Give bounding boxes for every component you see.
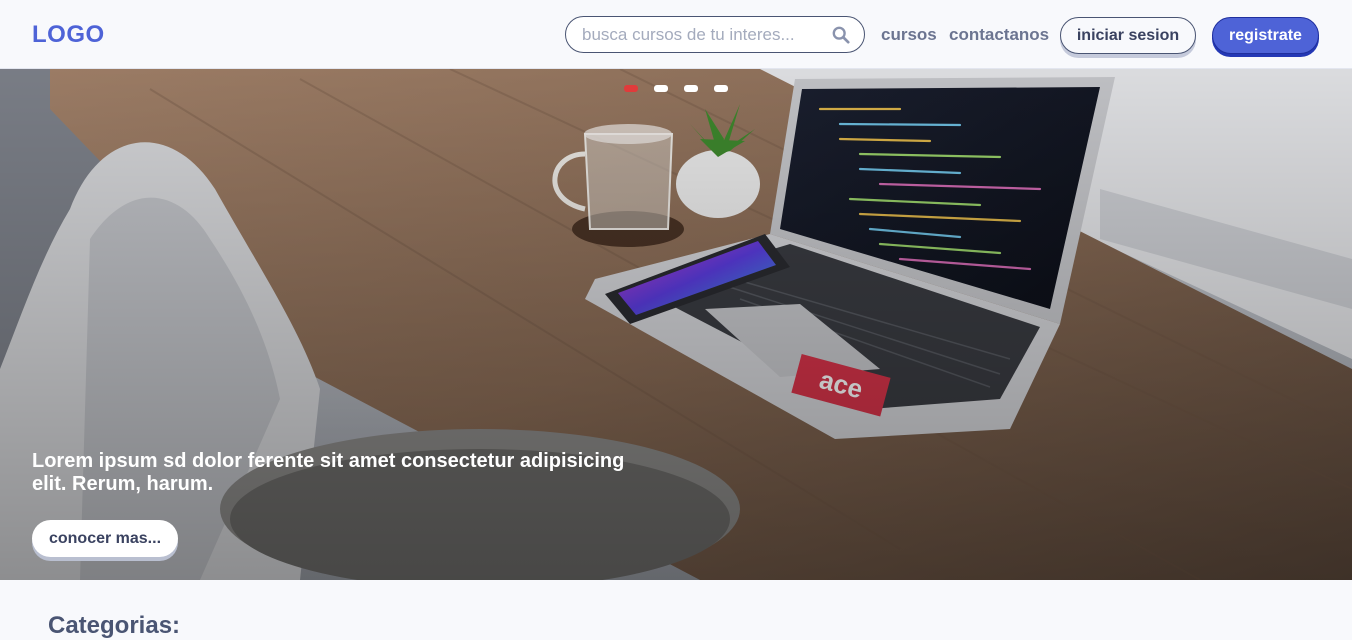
categories-title: Categorias: [48, 612, 181, 639]
search-icon[interactable] [832, 26, 850, 44]
nav-link-cursos[interactable]: cursos [881, 25, 937, 45]
learn-more-button[interactable]: conocer mas... [32, 520, 178, 557]
nav-link-contactanos[interactable]: contactanos [949, 25, 1049, 45]
carousel-dot-4[interactable] [714, 85, 728, 92]
navbar: LOGO cursos contactanos iniciar sesion r… [0, 0, 1352, 69]
carousel-indicators [624, 85, 728, 92]
search-input[interactable] [566, 19, 816, 50]
carousel-dot-1[interactable] [624, 85, 638, 92]
carousel-dot-2[interactable] [654, 85, 668, 92]
logo[interactable]: LOGO [32, 21, 105, 49]
search-bar [565, 16, 865, 53]
carousel-dot-3[interactable] [684, 85, 698, 92]
hero-carousel: ace Lorem ipsum sd dolor ferente sit ame… [0, 69, 1352, 580]
register-button[interactable]: registrate [1212, 17, 1319, 54]
login-button[interactable]: iniciar sesion [1060, 17, 1196, 54]
hero-image: ace [0, 69, 1352, 580]
hero-text: Lorem ipsum sd dolor ferente sit amet co… [32, 450, 625, 495]
